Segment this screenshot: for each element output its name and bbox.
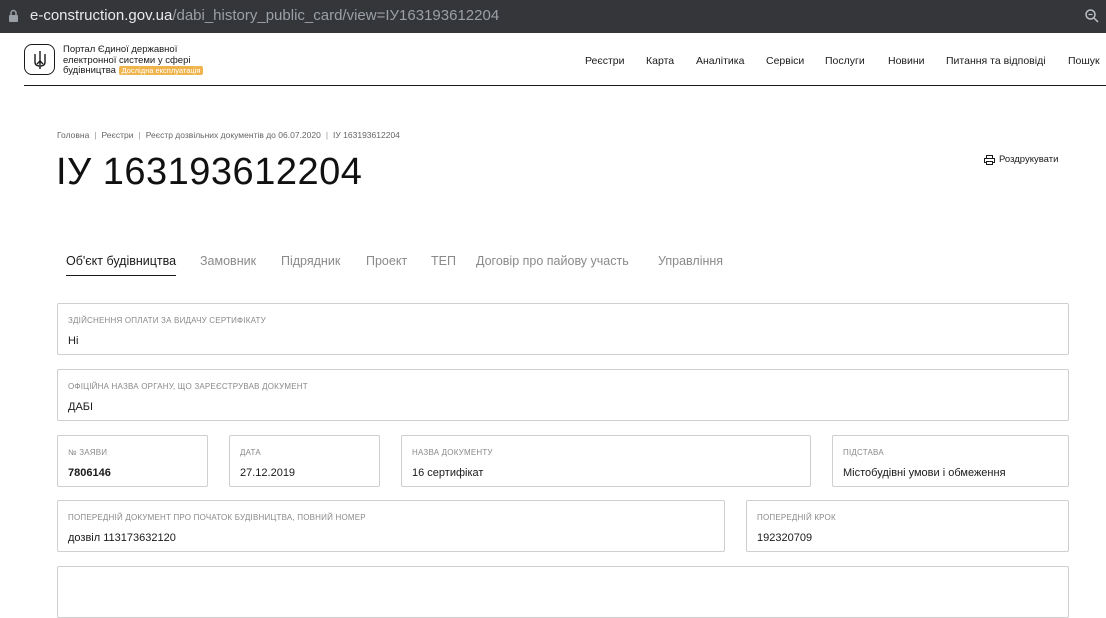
zoom-icon[interactable] bbox=[1084, 8, 1100, 24]
tab-customer[interactable]: Замовник bbox=[200, 254, 256, 268]
site-header: Портал Єдиної державної електронної сист… bbox=[24, 44, 1106, 86]
field-label: Назва документу bbox=[412, 448, 493, 457]
field-label: Підстава bbox=[843, 448, 884, 457]
print-label: Роздрукувати bbox=[999, 154, 1059, 165]
field-value: 16 сертифікат bbox=[412, 467, 484, 479]
field-value: Містобудівні умови і обмеження bbox=[843, 467, 1006, 479]
field-value: Ні bbox=[68, 335, 79, 347]
field-label: Здійснення оплати за видачу сертифікату bbox=[68, 316, 266, 325]
nav-item-search[interactable]: Пошук bbox=[1068, 55, 1100, 67]
tab-management[interactable]: Управління bbox=[658, 254, 723, 268]
field-application-number: № заяви 7806146 bbox=[57, 435, 208, 487]
field-value: дозвіл 113173632120 bbox=[68, 532, 176, 544]
breadcrumb-separator: | bbox=[138, 130, 141, 140]
tab-project[interactable]: Проект bbox=[366, 254, 407, 268]
url-text[interactable]: e-construction.gov.ua/dabi_history_publi… bbox=[30, 7, 499, 24]
breadcrumb-current: ІУ 163193612204 bbox=[333, 130, 400, 140]
printer-icon bbox=[984, 154, 995, 165]
field-next-partial bbox=[57, 566, 1069, 618]
url-host: e-construction.gov.ua bbox=[30, 7, 173, 24]
lock-icon bbox=[9, 9, 18, 22]
tab-construction-object[interactable]: Об'єкт будівництва bbox=[66, 254, 177, 276]
field-value: ДАБІ bbox=[68, 401, 94, 413]
breadcrumb: Головна | Реєстри | Реєстр дозвільних докуме… bbox=[57, 130, 400, 140]
breadcrumb-registries[interactable]: Реєстри bbox=[102, 130, 134, 140]
field-previous-step: Попередній крок 192320709 bbox=[746, 500, 1069, 552]
nav-item-news[interactable]: Новини bbox=[888, 55, 925, 67]
browser-address-bar[interactable]: e-construction.gov.ua/dabi_history_publi… bbox=[0, 0, 1106, 33]
field-label: № заяви bbox=[68, 448, 108, 457]
portal-name[interactable]: Портал Єдиної державної електронної сист… bbox=[63, 44, 233, 77]
breadcrumb-separator: | bbox=[325, 130, 329, 140]
nav-item-registries[interactable]: Реєстри bbox=[585, 55, 625, 67]
breadcrumb-home[interactable]: Головна bbox=[57, 130, 89, 140]
field-label: Офіційна назва органу, що зареєстрував д… bbox=[68, 382, 308, 391]
print-button[interactable]: Роздрукувати bbox=[984, 154, 1058, 165]
field-date: Дата 27.12.2019 bbox=[229, 435, 380, 487]
field-value: 192320709 bbox=[757, 532, 813, 544]
field-basis: Підстава Містобудівні умови і обмеження bbox=[832, 435, 1069, 487]
field-label: Попередній документ про початок будівниц… bbox=[68, 513, 366, 522]
trident-logo-icon[interactable] bbox=[24, 44, 55, 75]
tab-equity-agreement[interactable]: Договір про пайову участь bbox=[476, 254, 629, 268]
field-previous-document: Попередній документ про початок будівниц… bbox=[57, 500, 725, 552]
breadcrumb-permit-registry[interactable]: Реєстр дозвільних документів до 06.07.20… bbox=[146, 130, 321, 140]
tab-contractor[interactable]: Підрядник bbox=[281, 254, 340, 268]
page-title: ІУ 163193612204 bbox=[56, 151, 363, 193]
nav-item-map[interactable]: Карта bbox=[646, 55, 674, 67]
field-label: Дата bbox=[240, 448, 261, 457]
nav-item-faq[interactable]: Питання та відповіді bbox=[946, 55, 1046, 67]
field-value: 27.12.2019 bbox=[240, 467, 296, 479]
field-document-name: Назва документу 16 сертифікат bbox=[401, 435, 811, 487]
field-payment: Здійснення оплати за видачу сертифікату … bbox=[57, 303, 1069, 355]
nav-item-analytics[interactable]: Аналітика bbox=[696, 55, 744, 67]
url-path: /dabi_history_public_card/view=ІУ1631936… bbox=[172, 7, 500, 24]
nav-item-offerings[interactable]: Послуги bbox=[825, 55, 865, 67]
tab-tep[interactable]: ТЕП bbox=[431, 254, 456, 268]
portal-line-1: Портал Єдиної державної bbox=[63, 44, 178, 55]
breadcrumb-separator: | bbox=[94, 130, 97, 140]
field-label: Попередній крок bbox=[757, 513, 836, 522]
field-authority: Офіційна назва органу, що зареєстрував д… bbox=[57, 369, 1069, 421]
field-value: 7806146 bbox=[68, 467, 111, 479]
beta-badge: Дослідна експлуатація bbox=[118, 66, 204, 75]
nav-item-services[interactable]: Сервіси bbox=[766, 55, 804, 67]
portal-line-3: будівництва bbox=[63, 65, 116, 77]
